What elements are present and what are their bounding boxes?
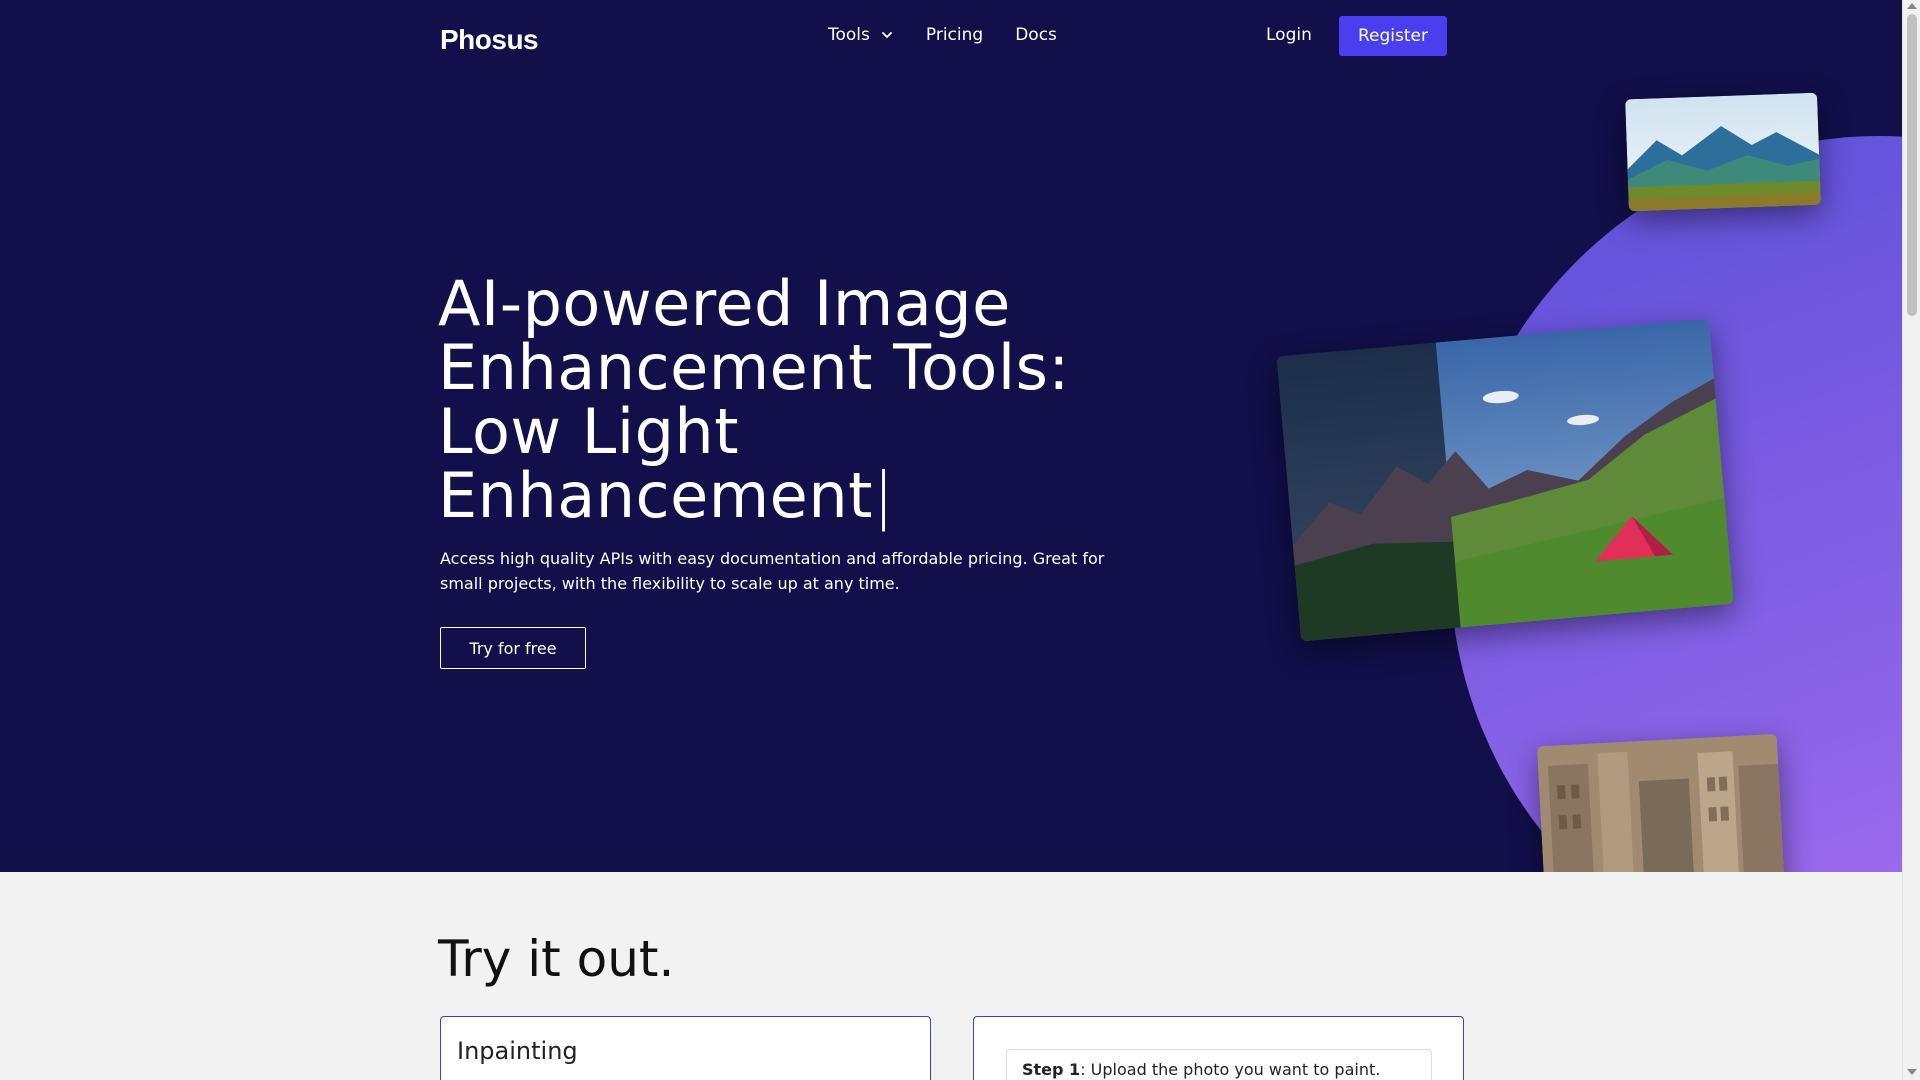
headline-line-4: Enhancement [438, 459, 873, 532]
try-it-out-heading: Try it out. [438, 930, 675, 988]
chevron-down-icon [881, 32, 892, 39]
inpainting-card-title: Inpainting [457, 1037, 578, 1065]
headline-line-2: Enhancement Tools: [438, 331, 1070, 404]
step-text: : Upload the photo you want to paint. [1080, 1060, 1381, 1079]
headline-line-3: Low Light [438, 395, 740, 468]
upload-card: Step 1: Upload the photo you want to pai… [973, 1016, 1464, 1080]
top-navbar: Phosus Tools Pricing Docs Login Register [0, 0, 1902, 72]
login-link[interactable]: Login [1266, 25, 1312, 45]
nav-pricing-link[interactable]: Pricing [926, 25, 983, 45]
step-label: Step 1 [1022, 1060, 1081, 1079]
scroll-up-arrow-icon[interactable] [1907, 3, 1917, 9]
hero-subtext: Access high quality APIs with easy docum… [440, 549, 1105, 593]
try-for-free-button[interactable]: Try for free [440, 627, 586, 669]
hero-section: Phosus Tools Pricing Docs Login Register… [0, 0, 1902, 872]
typing-cursor: | [872, 459, 895, 532]
inpainting-card: Inpainting [440, 1016, 931, 1080]
nav-docs-link[interactable]: Docs [1015, 25, 1057, 45]
step-1-instruction: Step 1: Upload the photo you want to pai… [1006, 1049, 1432, 1080]
logo[interactable]: Phosus [440, 24, 539, 56]
nav-links: Tools Pricing Docs [828, 25, 1089, 45]
headline-line-1: AI-powered Image [438, 267, 1011, 340]
scrollbar-thumb[interactable] [1907, 14, 1917, 316]
scroll-down-arrow-icon[interactable] [1907, 1069, 1917, 1075]
low-light-comparison-photo [1276, 318, 1734, 642]
nav-tools-label: Tools [828, 25, 870, 45]
mountain-photo [1625, 92, 1821, 212]
register-button[interactable]: Register [1339, 16, 1447, 56]
hero-headline: AI-powered Image Enhancement Tools: Low … [438, 272, 1158, 528]
nav-tools-dropdown[interactable]: Tools [828, 25, 894, 45]
page-scrollbar[interactable] [1902, 0, 1920, 1080]
city-photo [1536, 733, 1788, 872]
